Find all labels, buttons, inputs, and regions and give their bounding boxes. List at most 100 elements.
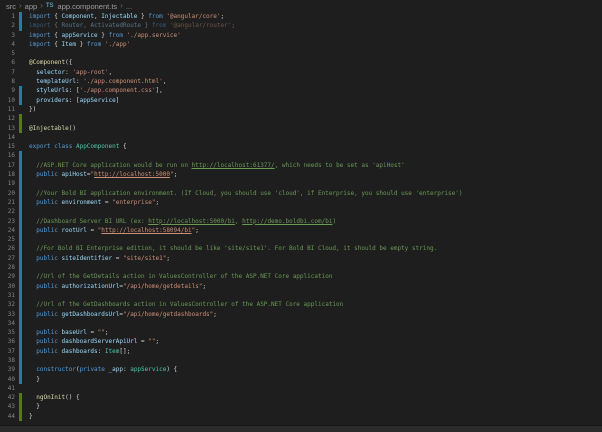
line-number[interactable]: 44 (0, 412, 15, 421)
code-line[interactable]: 36 public dashboardServerApiUrl = ""; (0, 337, 602, 346)
code-line[interactable]: 8 templateUrl: './app.component.html', (0, 77, 602, 86)
code-line[interactable]: 41 (0, 384, 602, 393)
code-line[interactable]: 16 (0, 151, 602, 160)
code-line[interactable]: 35 public baseUrl = ""; (0, 328, 602, 337)
line-number[interactable]: 9 (0, 86, 15, 95)
line-number[interactable]: 36 (0, 337, 15, 346)
code-line[interactable]: 2import { Router, ActivatedRoute } from … (0, 21, 602, 30)
line-number[interactable]: 32 (0, 300, 15, 309)
line-number[interactable]: 19 (0, 179, 15, 188)
line-number[interactable]: 33 (0, 310, 15, 319)
line-number[interactable]: 17 (0, 161, 15, 170)
line-number[interactable]: 26 (0, 244, 15, 253)
line-number[interactable]: 13 (0, 124, 15, 133)
code-line[interactable]: 1import { Component, Injectable } from '… (0, 12, 602, 21)
line-number[interactable]: 12 (0, 114, 15, 123)
code-line[interactable]: 22 (0, 207, 602, 216)
code-line[interactable]: 37 public dashboards: Item[]; (0, 347, 602, 356)
code-text: public environment = "enterprise"; (29, 198, 159, 207)
line-number[interactable]: 11 (0, 105, 15, 114)
code-line[interactable]: 32 //Url of the GetDashboards action in … (0, 300, 602, 309)
line-number[interactable]: 31 (0, 291, 15, 300)
line-number[interactable]: 29 (0, 272, 15, 281)
code-line[interactable]: 17 //ASP.NET Core application would be r… (0, 161, 602, 170)
line-number[interactable]: 14 (0, 133, 15, 142)
line-number[interactable]: 10 (0, 96, 15, 105)
code-line[interactable]: 21 public environment = "enterprise"; (0, 198, 602, 207)
line-number[interactable]: 35 (0, 328, 15, 337)
code-line[interactable]: 3import { appService } from './app.servi… (0, 31, 602, 40)
code-line[interactable]: 40 } (0, 375, 602, 384)
line-number[interactable]: 20 (0, 189, 15, 198)
code-line[interactable]: 10 providers: [appService] (0, 96, 602, 105)
line-number[interactable]: 2 (0, 21, 15, 30)
code-line[interactable]: 39 constructor(private _app: appService)… (0, 365, 602, 374)
line-number[interactable]: 16 (0, 151, 15, 160)
line-number[interactable]: 21 (0, 198, 15, 207)
line-number[interactable]: 22 (0, 207, 15, 216)
code-text: export class AppComponent { (29, 142, 127, 151)
line-number[interactable]: 40 (0, 375, 15, 384)
line-number[interactable]: 4 (0, 40, 15, 49)
code-line[interactable]: 6@Component({ (0, 58, 602, 67)
git-gutter-modified-marker (19, 319, 22, 328)
git-gutter-modified-marker (19, 365, 22, 374)
code-line[interactable]: 26 //For Bold BI Enterprise edition, it … (0, 244, 602, 253)
code-text: }) (29, 105, 36, 114)
code-line[interactable]: 29 //Url of the GetDetails action in Val… (0, 272, 602, 281)
code-line[interactable]: 13@Injectable() (0, 124, 602, 133)
line-number[interactable]: 41 (0, 384, 15, 393)
line-number[interactable]: 8 (0, 77, 15, 86)
breadcrumb-item-src[interactable]: src (6, 2, 16, 11)
breadcrumb-item-file[interactable]: app.component.ts (58, 2, 118, 11)
line-number[interactable]: 43 (0, 402, 15, 411)
line-number[interactable]: 34 (0, 319, 15, 328)
code-line[interactable]: 19 (0, 179, 602, 188)
code-text: } (29, 375, 40, 384)
code-line[interactable]: 34 (0, 319, 602, 328)
code-line[interactable]: 27 public siteIdentifier = "site/site1"; (0, 254, 602, 263)
line-number[interactable]: 23 (0, 217, 15, 226)
code-line[interactable]: 33 public getDashboardsUrl="/api/home/ge… (0, 310, 602, 319)
line-number[interactable]: 18 (0, 170, 15, 179)
line-number[interactable]: 42 (0, 393, 15, 402)
breadcrumb-item-app[interactable]: app (25, 2, 38, 11)
code-line[interactable]: 14 (0, 133, 602, 142)
code-line[interactable]: 24 public rootUrl = "http://localhost:58… (0, 226, 602, 235)
line-number[interactable]: 25 (0, 235, 15, 244)
line-number[interactable]: 37 (0, 347, 15, 356)
line-number[interactable]: 38 (0, 356, 15, 365)
code-line[interactable]: 7 selector: 'app-root', (0, 68, 602, 77)
code-line[interactable]: 23 //Dashboard Server BI URL (ex: http:/… (0, 217, 602, 226)
line-number[interactable]: 3 (0, 31, 15, 40)
line-number[interactable]: 24 (0, 226, 15, 235)
code-line[interactable]: 9 styleUrls: ['./app.component.css'], (0, 86, 602, 95)
code-line[interactable]: 43 } (0, 402, 602, 411)
line-number[interactable]: 28 (0, 263, 15, 272)
code-line[interactable]: 31 (0, 291, 602, 300)
code-line[interactable]: 38 (0, 356, 602, 365)
code-line[interactable]: 30 public authorizationUrl="/api/home/ge… (0, 282, 602, 291)
line-number[interactable]: 7 (0, 68, 15, 77)
breadcrumb-item-symbol[interactable]: ... (126, 2, 132, 11)
code-line[interactable]: 5 (0, 49, 602, 58)
code-line[interactable]: 15 export class AppComponent { (0, 142, 602, 151)
line-number[interactable]: 39 (0, 365, 15, 374)
code-line[interactable]: 4import { Item } from './app' (0, 40, 602, 49)
code-line[interactable]: 42 ngOnInit() { (0, 393, 602, 402)
code-line[interactable]: 18 public apiHost="http://localhost:5000… (0, 170, 602, 179)
line-number[interactable]: 6 (0, 58, 15, 67)
code-line[interactable]: 20 //Your Bold BI application environmen… (0, 189, 602, 198)
line-number[interactable]: 30 (0, 282, 15, 291)
line-number[interactable]: 27 (0, 254, 15, 263)
code-line[interactable]: 25 (0, 235, 602, 244)
code-line[interactable]: 11}) (0, 105, 602, 114)
git-gutter-empty (19, 58, 22, 67)
code-area[interactable]: 1import { Component, Injectable } from '… (0, 12, 602, 421)
line-number[interactable]: 5 (0, 49, 15, 58)
line-number[interactable]: 1 (0, 12, 15, 21)
code-line[interactable]: 28 (0, 263, 602, 272)
code-line[interactable]: 12 (0, 114, 602, 123)
line-number[interactable]: 15 (0, 142, 15, 151)
code-line[interactable]: 44} (0, 412, 602, 421)
